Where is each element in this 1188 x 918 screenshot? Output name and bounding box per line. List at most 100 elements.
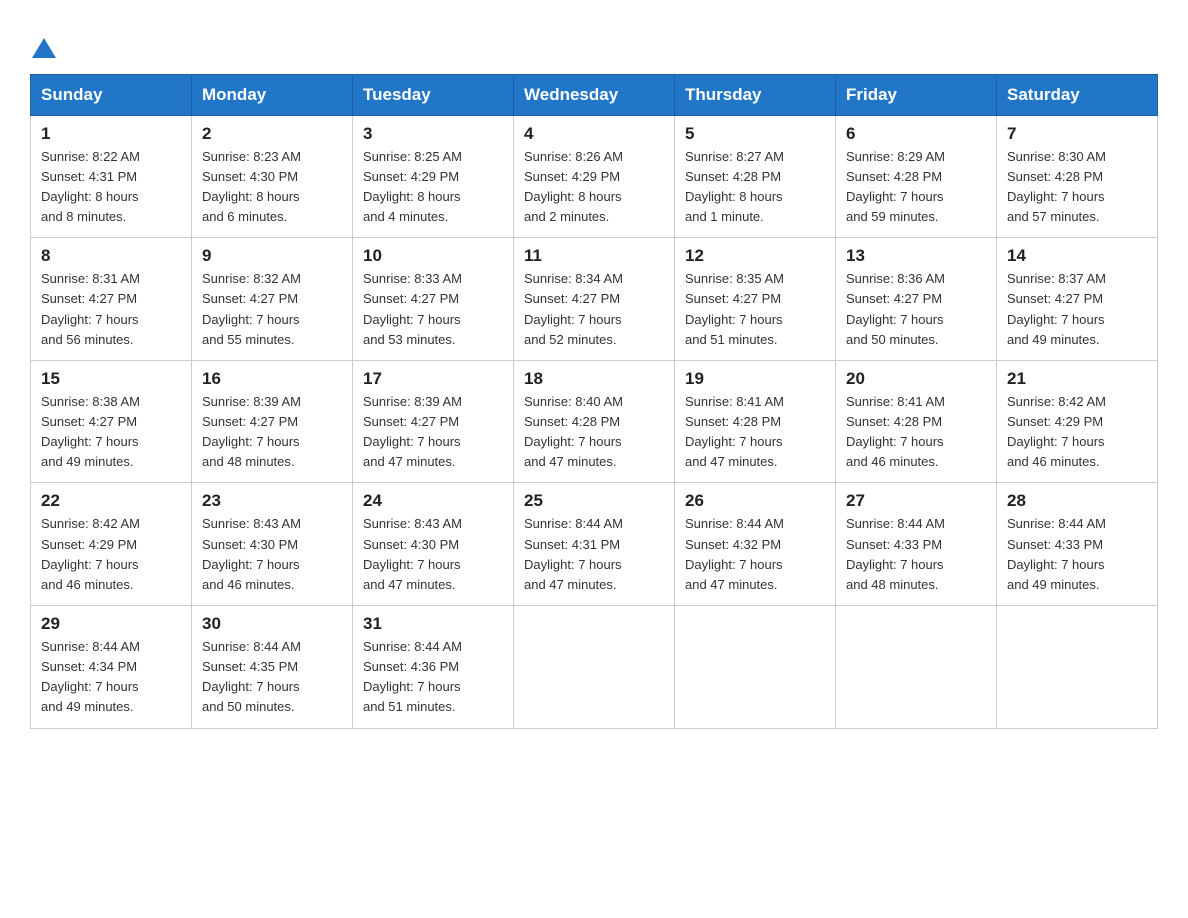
- day-info: Sunrise: 8:42 AMSunset: 4:29 PMDaylight:…: [41, 516, 140, 591]
- day-info: Sunrise: 8:43 AMSunset: 4:30 PMDaylight:…: [363, 516, 462, 591]
- calendar-cell: 23 Sunrise: 8:43 AMSunset: 4:30 PMDaylig…: [192, 483, 353, 606]
- day-number: 3: [363, 124, 503, 144]
- day-number: 31: [363, 614, 503, 634]
- day-info: Sunrise: 8:39 AMSunset: 4:27 PMDaylight:…: [202, 394, 301, 469]
- day-info: Sunrise: 8:37 AMSunset: 4:27 PMDaylight:…: [1007, 271, 1106, 346]
- day-number: 16: [202, 369, 342, 389]
- calendar-week-row: 29 Sunrise: 8:44 AMSunset: 4:34 PMDaylig…: [31, 606, 1158, 729]
- calendar-cell: 22 Sunrise: 8:42 AMSunset: 4:29 PMDaylig…: [31, 483, 192, 606]
- day-info: Sunrise: 8:31 AMSunset: 4:27 PMDaylight:…: [41, 271, 140, 346]
- day-number: 22: [41, 491, 181, 511]
- day-info: Sunrise: 8:32 AMSunset: 4:27 PMDaylight:…: [202, 271, 301, 346]
- day-info: Sunrise: 8:43 AMSunset: 4:30 PMDaylight:…: [202, 516, 301, 591]
- calendar-cell: 16 Sunrise: 8:39 AMSunset: 4:27 PMDaylig…: [192, 360, 353, 483]
- day-number: 14: [1007, 246, 1147, 266]
- day-number: 28: [1007, 491, 1147, 511]
- day-info: Sunrise: 8:44 AMSunset: 4:32 PMDaylight:…: [685, 516, 784, 591]
- logo-triangle-icon: [32, 38, 56, 58]
- col-header-friday: Friday: [836, 74, 997, 115]
- day-info: Sunrise: 8:23 AMSunset: 4:30 PMDaylight:…: [202, 149, 301, 224]
- day-info: Sunrise: 8:33 AMSunset: 4:27 PMDaylight:…: [363, 271, 462, 346]
- calendar-cell: [997, 606, 1158, 729]
- calendar-cell: 19 Sunrise: 8:41 AMSunset: 4:28 PMDaylig…: [675, 360, 836, 483]
- day-info: Sunrise: 8:22 AMSunset: 4:31 PMDaylight:…: [41, 149, 140, 224]
- day-number: 13: [846, 246, 986, 266]
- calendar-cell: 3 Sunrise: 8:25 AMSunset: 4:29 PMDayligh…: [353, 115, 514, 238]
- day-info: Sunrise: 8:44 AMSunset: 4:33 PMDaylight:…: [846, 516, 945, 591]
- day-info: Sunrise: 8:29 AMSunset: 4:28 PMDaylight:…: [846, 149, 945, 224]
- calendar-cell: 29 Sunrise: 8:44 AMSunset: 4:34 PMDaylig…: [31, 606, 192, 729]
- day-number: 25: [524, 491, 664, 511]
- day-number: 21: [1007, 369, 1147, 389]
- day-number: 23: [202, 491, 342, 511]
- calendar-cell: 17 Sunrise: 8:39 AMSunset: 4:27 PMDaylig…: [353, 360, 514, 483]
- col-header-monday: Monday: [192, 74, 353, 115]
- day-number: 5: [685, 124, 825, 144]
- day-header-row: SundayMondayTuesdayWednesdayThursdayFrid…: [31, 74, 1158, 115]
- calendar-cell: 13 Sunrise: 8:36 AMSunset: 4:27 PMDaylig…: [836, 238, 997, 361]
- day-number: 2: [202, 124, 342, 144]
- calendar-week-row: 8 Sunrise: 8:31 AMSunset: 4:27 PMDayligh…: [31, 238, 1158, 361]
- calendar-cell: [514, 606, 675, 729]
- day-info: Sunrise: 8:25 AMSunset: 4:29 PMDaylight:…: [363, 149, 462, 224]
- day-info: Sunrise: 8:40 AMSunset: 4:28 PMDaylight:…: [524, 394, 623, 469]
- calendar-cell: 1 Sunrise: 8:22 AMSunset: 4:31 PMDayligh…: [31, 115, 192, 238]
- day-number: 7: [1007, 124, 1147, 144]
- day-info: Sunrise: 8:35 AMSunset: 4:27 PMDaylight:…: [685, 271, 784, 346]
- calendar-cell: 10 Sunrise: 8:33 AMSunset: 4:27 PMDaylig…: [353, 238, 514, 361]
- calendar-cell: 8 Sunrise: 8:31 AMSunset: 4:27 PMDayligh…: [31, 238, 192, 361]
- day-number: 10: [363, 246, 503, 266]
- col-header-saturday: Saturday: [997, 74, 1158, 115]
- logo: [30, 30, 56, 64]
- calendar-week-row: 15 Sunrise: 8:38 AMSunset: 4:27 PMDaylig…: [31, 360, 1158, 483]
- calendar-cell: 15 Sunrise: 8:38 AMSunset: 4:27 PMDaylig…: [31, 360, 192, 483]
- day-info: Sunrise: 8:39 AMSunset: 4:27 PMDaylight:…: [363, 394, 462, 469]
- day-info: Sunrise: 8:30 AMSunset: 4:28 PMDaylight:…: [1007, 149, 1106, 224]
- day-info: Sunrise: 8:42 AMSunset: 4:29 PMDaylight:…: [1007, 394, 1106, 469]
- calendar-cell: 26 Sunrise: 8:44 AMSunset: 4:32 PMDaylig…: [675, 483, 836, 606]
- day-info: Sunrise: 8:38 AMSunset: 4:27 PMDaylight:…: [41, 394, 140, 469]
- calendar-cell: 6 Sunrise: 8:29 AMSunset: 4:28 PMDayligh…: [836, 115, 997, 238]
- calendar-cell: 31 Sunrise: 8:44 AMSunset: 4:36 PMDaylig…: [353, 606, 514, 729]
- calendar-cell: 11 Sunrise: 8:34 AMSunset: 4:27 PMDaylig…: [514, 238, 675, 361]
- calendar-cell: 4 Sunrise: 8:26 AMSunset: 4:29 PMDayligh…: [514, 115, 675, 238]
- day-number: 19: [685, 369, 825, 389]
- day-number: 27: [846, 491, 986, 511]
- col-header-sunday: Sunday: [31, 74, 192, 115]
- day-info: Sunrise: 8:44 AMSunset: 4:36 PMDaylight:…: [363, 639, 462, 714]
- calendar-cell: [836, 606, 997, 729]
- day-number: 6: [846, 124, 986, 144]
- day-info: Sunrise: 8:44 AMSunset: 4:31 PMDaylight:…: [524, 516, 623, 591]
- day-number: 18: [524, 369, 664, 389]
- day-info: Sunrise: 8:44 AMSunset: 4:34 PMDaylight:…: [41, 639, 140, 714]
- calendar-cell: 18 Sunrise: 8:40 AMSunset: 4:28 PMDaylig…: [514, 360, 675, 483]
- calendar-cell: 2 Sunrise: 8:23 AMSunset: 4:30 PMDayligh…: [192, 115, 353, 238]
- calendar-cell: 5 Sunrise: 8:27 AMSunset: 4:28 PMDayligh…: [675, 115, 836, 238]
- calendar-week-row: 22 Sunrise: 8:42 AMSunset: 4:29 PMDaylig…: [31, 483, 1158, 606]
- calendar-cell: 28 Sunrise: 8:44 AMSunset: 4:33 PMDaylig…: [997, 483, 1158, 606]
- day-number: 29: [41, 614, 181, 634]
- calendar-cell: 20 Sunrise: 8:41 AMSunset: 4:28 PMDaylig…: [836, 360, 997, 483]
- col-header-wednesday: Wednesday: [514, 74, 675, 115]
- page-header: [30, 20, 1158, 64]
- day-number: 8: [41, 246, 181, 266]
- calendar-cell: 21 Sunrise: 8:42 AMSunset: 4:29 PMDaylig…: [997, 360, 1158, 483]
- day-number: 30: [202, 614, 342, 634]
- day-number: 12: [685, 246, 825, 266]
- calendar-cell: 14 Sunrise: 8:37 AMSunset: 4:27 PMDaylig…: [997, 238, 1158, 361]
- day-number: 9: [202, 246, 342, 266]
- col-header-tuesday: Tuesday: [353, 74, 514, 115]
- day-number: 20: [846, 369, 986, 389]
- day-info: Sunrise: 8:27 AMSunset: 4:28 PMDaylight:…: [685, 149, 784, 224]
- day-number: 1: [41, 124, 181, 144]
- calendar-cell: [675, 606, 836, 729]
- calendar-cell: 25 Sunrise: 8:44 AMSunset: 4:31 PMDaylig…: [514, 483, 675, 606]
- day-number: 4: [524, 124, 664, 144]
- day-info: Sunrise: 8:41 AMSunset: 4:28 PMDaylight:…: [685, 394, 784, 469]
- day-info: Sunrise: 8:41 AMSunset: 4:28 PMDaylight:…: [846, 394, 945, 469]
- calendar-cell: 9 Sunrise: 8:32 AMSunset: 4:27 PMDayligh…: [192, 238, 353, 361]
- day-number: 24: [363, 491, 503, 511]
- day-info: Sunrise: 8:26 AMSunset: 4:29 PMDaylight:…: [524, 149, 623, 224]
- calendar-cell: 27 Sunrise: 8:44 AMSunset: 4:33 PMDaylig…: [836, 483, 997, 606]
- calendar-week-row: 1 Sunrise: 8:22 AMSunset: 4:31 PMDayligh…: [31, 115, 1158, 238]
